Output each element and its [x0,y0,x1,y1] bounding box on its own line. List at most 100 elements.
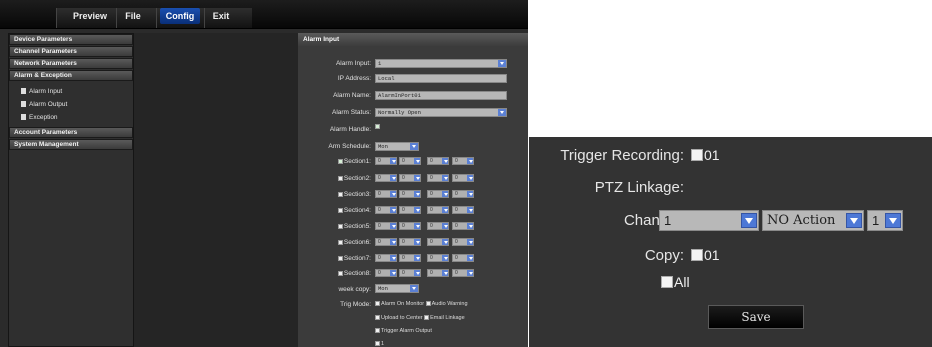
time-select[interactable]: 0 [375,174,397,182]
time-select[interactable]: 0 [375,238,397,246]
sidebar-item-exception[interactable]: Exception [9,111,133,124]
section-label[interactable]: Section4: [337,207,371,214]
section-label[interactable]: Section6: [337,239,371,246]
sidebar-item-alarm-input[interactable]: Alarm Input [9,85,133,98]
sidebar-network-parameters[interactable]: Network Parameters [9,58,133,69]
time-select[interactable]: 0 [427,254,449,262]
sidebar-system-management[interactable]: System Management [9,139,133,150]
alarm-status-select[interactable]: Normally Open [375,108,507,117]
ptz-linkage-label: PTZ Linkage: [594,179,684,196]
time-select[interactable]: 0 [399,222,421,230]
chevron-down-icon [741,213,757,228]
section-checkbox[interactable] [337,240,343,245]
menu-config[interactable]: Config [160,8,200,24]
time-select[interactable]: 0 [375,269,397,277]
week-copy-select[interactable]: Mon [375,284,419,293]
alarm-name-field[interactable]: AlarmInPort01 [375,91,507,100]
chevron-down-icon [467,255,473,261]
time-select[interactable]: 0 [375,222,397,230]
section-checkbox[interactable] [337,176,343,181]
section-checkbox[interactable] [337,271,343,276]
ptz-action-value: NO Action [767,213,836,228]
time-select[interactable]: 0 [452,206,474,214]
section-label[interactable]: Section1: [337,158,371,165]
time-select[interactable]: 0 [452,269,474,277]
time-select[interactable]: 0 [452,222,474,230]
section-label-text: Section8: [343,270,371,277]
time-value: 0 [402,255,405,261]
time-value: 0 [455,191,458,197]
menu-file[interactable]: File [120,10,146,24]
time-select[interactable]: 0 [427,206,449,214]
save-button[interactable]: Save [708,305,804,329]
time-select[interactable]: 0 [452,157,474,165]
sidebar-account-parameters[interactable]: Account Parameters [9,127,133,138]
section-label[interactable]: Section5: [337,223,371,230]
section-label[interactable]: Section3: [337,191,371,198]
time-select[interactable]: 0 [427,190,449,198]
time-select[interactable]: 0 [427,174,449,182]
document-icon [21,101,26,107]
alarm-handle-label: Alarm Handle: [329,126,371,133]
sidebar-alarm-exception[interactable]: Alarm & Exception [9,70,133,81]
section-checkbox[interactable] [337,159,343,164]
copy-all-checkbox[interactable]: All [661,274,690,290]
time-select[interactable]: 0 [427,238,449,246]
trig-alarm-output[interactable]: Trigger Alarm Output [375,328,432,334]
time-select[interactable]: 0 [399,190,421,198]
menu-preview[interactable]: Preview [70,10,110,24]
time-select[interactable]: 0 [399,254,421,262]
checkbox [691,249,703,261]
ptz-action-select[interactable]: NO Action [762,210,864,231]
time-select[interactable]: 0 [375,157,397,165]
sidebar-item-label: Alarm Input [29,88,63,95]
chevron-down-icon [467,207,473,213]
trig-output-1[interactable]: 1 [375,341,384,347]
alarm-input-select[interactable]: 1 [375,59,507,68]
trig-alarm-on-monitor[interactable]: Alarm On Monitor Audio Warning [375,301,468,307]
chevron-down-icon [467,223,473,229]
section-checkbox[interactable] [337,208,343,213]
chevron-down-icon [442,175,448,181]
time-select[interactable]: 0 [452,174,474,182]
top-menu-bar: Preview File Config Exit [0,0,528,29]
menu-exit[interactable]: Exit [208,10,234,24]
time-select[interactable]: 0 [427,222,449,230]
sidebar-channel-parameters[interactable]: Channel Parameters [9,46,133,57]
time-select[interactable]: 0 [427,157,449,165]
time-select[interactable]: 0 [399,269,421,277]
chevron-down-icon [414,175,420,181]
time-select[interactable]: 0 [427,269,449,277]
chevron-down-icon [414,207,420,213]
document-icon [21,114,26,120]
time-select[interactable]: 0 [399,157,421,165]
channel-select[interactable]: 1 [659,210,759,231]
time-select[interactable]: 0 [452,238,474,246]
time-select[interactable]: 0 [399,174,421,182]
time-value: 0 [455,175,458,181]
time-select[interactable]: 0 [399,238,421,246]
arm-schedule-select[interactable]: Mon [375,142,419,151]
section-checkbox[interactable] [337,192,343,197]
section-label[interactable]: Section7: [337,255,371,262]
sidebar-item-alarm-output[interactable]: Alarm Output [9,98,133,111]
section-label[interactable]: Section2: [337,175,371,182]
section-checkbox[interactable] [337,256,343,261]
alarm-handle-checkbox[interactable] [375,123,381,130]
preset-select[interactable]: 1 [867,210,903,231]
alarm-status-label: Alarm Status: [331,109,371,116]
section-checkbox[interactable] [337,224,343,229]
trigger-recording-checkbox[interactable]: 01 [691,147,720,163]
ip-address-field[interactable]: Local [375,74,507,83]
time-select[interactable]: 0 [375,206,397,214]
time-select[interactable]: 0 [375,190,397,198]
sidebar-device-parameters[interactable]: Device Parameters [9,34,133,45]
copy-01-checkbox[interactable]: 01 [691,247,720,263]
trig-upload-to-center[interactable]: Upload to Center Email Linkage [375,315,465,321]
time-select[interactable]: 0 [399,206,421,214]
chevron-down-icon [390,239,396,245]
time-select[interactable]: 0 [452,254,474,262]
time-select[interactable]: 0 [452,190,474,198]
section-label[interactable]: Section8: [337,270,371,277]
time-select[interactable]: 0 [375,254,397,262]
